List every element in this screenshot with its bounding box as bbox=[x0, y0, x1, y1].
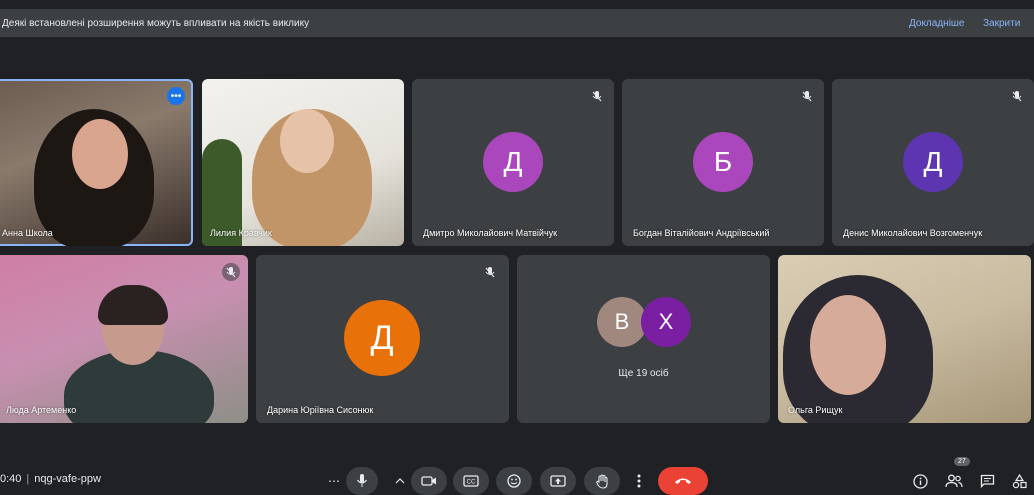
mic-icon bbox=[357, 474, 367, 487]
banner-message: Деякі встановлені розширення можуть впли… bbox=[2, 17, 310, 29]
raise-hand-button[interactable] bbox=[584, 467, 620, 495]
participant-avatar: Б bbox=[693, 132, 753, 192]
meeting-code: nqg-vafe-ppw bbox=[34, 473, 101, 485]
participant-tile-dmytro[interactable]: Д Дмитро Миколайович Матвійчук bbox=[412, 79, 614, 246]
avatar-initial: Д bbox=[923, 146, 943, 177]
microphone-button[interactable] bbox=[346, 467, 378, 495]
mic-off-icon bbox=[1008, 87, 1026, 105]
info-icon bbox=[912, 473, 928, 489]
more-options-button[interactable] bbox=[628, 467, 650, 495]
others-count-label: Ще 19 осіб bbox=[618, 368, 669, 379]
chevron-up-icon bbox=[395, 478, 405, 484]
extensions-warning-banner: Деякі встановлені розширення можуть впли… bbox=[0, 9, 1034, 37]
present-screen-icon bbox=[550, 475, 566, 487]
mic-off-icon bbox=[222, 263, 240, 281]
participant-name: Ольга Рищук bbox=[788, 405, 843, 415]
participant-name: Денис Миколайович Возгоменчук bbox=[843, 228, 983, 238]
participant-tile-liliia[interactable]: Лилия Кравчик bbox=[202, 79, 404, 246]
people-icon bbox=[945, 474, 963, 488]
overflow-avatar: В bbox=[597, 297, 647, 347]
mic-off-icon bbox=[481, 263, 499, 281]
leave-call-button[interactable] bbox=[658, 467, 708, 495]
video-options-button[interactable] bbox=[390, 467, 410, 495]
chat-icon bbox=[980, 474, 994, 488]
camera-icon bbox=[421, 476, 436, 486]
more-icon: ⋯ bbox=[328, 474, 340, 488]
participant-avatar: Д bbox=[903, 132, 963, 192]
participant-tile-olha[interactable]: Ольга Рищук bbox=[778, 255, 1031, 423]
svg-text:CC: CC bbox=[467, 480, 476, 486]
participant-tile-daryna[interactable]: Д Дарина Юріївна Сисонюк bbox=[256, 255, 509, 423]
avatar-initial: Д bbox=[503, 146, 523, 177]
bottom-toolbar: 0:40 | nqg-vafe-ppw ⋯ CC 27 bbox=[0, 457, 1034, 495]
people-button[interactable] bbox=[940, 467, 968, 495]
captions-button[interactable]: CC bbox=[453, 467, 489, 495]
meeting-details-button[interactable] bbox=[908, 467, 932, 495]
vertical-dots-icon bbox=[637, 474, 641, 488]
participant-tile-bohdan[interactable]: Б Богдан Віталійович Андріївський bbox=[622, 79, 824, 246]
activities-button[interactable] bbox=[1006, 467, 1032, 495]
participant-avatar: Д bbox=[483, 132, 543, 192]
participant-tile-anna[interactable]: ••• Анна Школа bbox=[0, 79, 193, 246]
participant-tile-denys[interactable]: Д Денис Миколайович Возгоменчук bbox=[832, 79, 1034, 246]
participant-tile-liuda[interactable]: Люда Артеменко bbox=[0, 255, 248, 423]
details-link[interactable]: Докладніше bbox=[909, 18, 965, 29]
present-button[interactable] bbox=[540, 467, 576, 495]
avatar-initial: В bbox=[614, 309, 630, 334]
more-audio-options-button[interactable]: ⋯ bbox=[320, 467, 348, 495]
emoji-icon bbox=[507, 474, 521, 488]
participant-avatar: Д bbox=[344, 300, 420, 376]
more-options-icon[interactable]: ••• bbox=[167, 87, 185, 105]
hand-icon bbox=[595, 473, 608, 489]
participant-name: Лилия Кравчик bbox=[210, 228, 272, 238]
end-call-icon bbox=[675, 478, 691, 484]
shapes-icon bbox=[1012, 473, 1027, 488]
participant-name: Дарина Юріївна Сисонюк bbox=[267, 405, 374, 415]
people-count-badge: 27 bbox=[954, 457, 970, 466]
mic-off-icon bbox=[798, 87, 816, 105]
participant-name: Люда Артеменко bbox=[6, 405, 77, 415]
others-tile[interactable]: В Х Ще 19 осіб bbox=[517, 255, 770, 423]
avatar-initial: Х bbox=[658, 309, 674, 334]
meeting-info: 0:40 | nqg-vafe-ppw bbox=[0, 473, 101, 485]
participant-name: Богдан Віталійович Андріївський bbox=[633, 228, 770, 238]
avatar-initial: Д bbox=[370, 318, 394, 357]
avatar-initial: Б bbox=[713, 146, 733, 177]
close-banner-link[interactable]: Закрити bbox=[983, 18, 1020, 29]
camera-button[interactable] bbox=[411, 467, 447, 495]
chat-button[interactable] bbox=[974, 467, 1000, 495]
participant-name: Анна Школа bbox=[2, 228, 53, 238]
meeting-time: 0:40 bbox=[0, 473, 22, 485]
reactions-button[interactable] bbox=[496, 467, 532, 495]
participant-name: Дмитро Миколайович Матвійчук bbox=[423, 228, 558, 238]
mic-off-icon bbox=[588, 87, 606, 105]
captions-icon: CC bbox=[463, 475, 479, 487]
overflow-avatar: Х bbox=[641, 297, 691, 347]
